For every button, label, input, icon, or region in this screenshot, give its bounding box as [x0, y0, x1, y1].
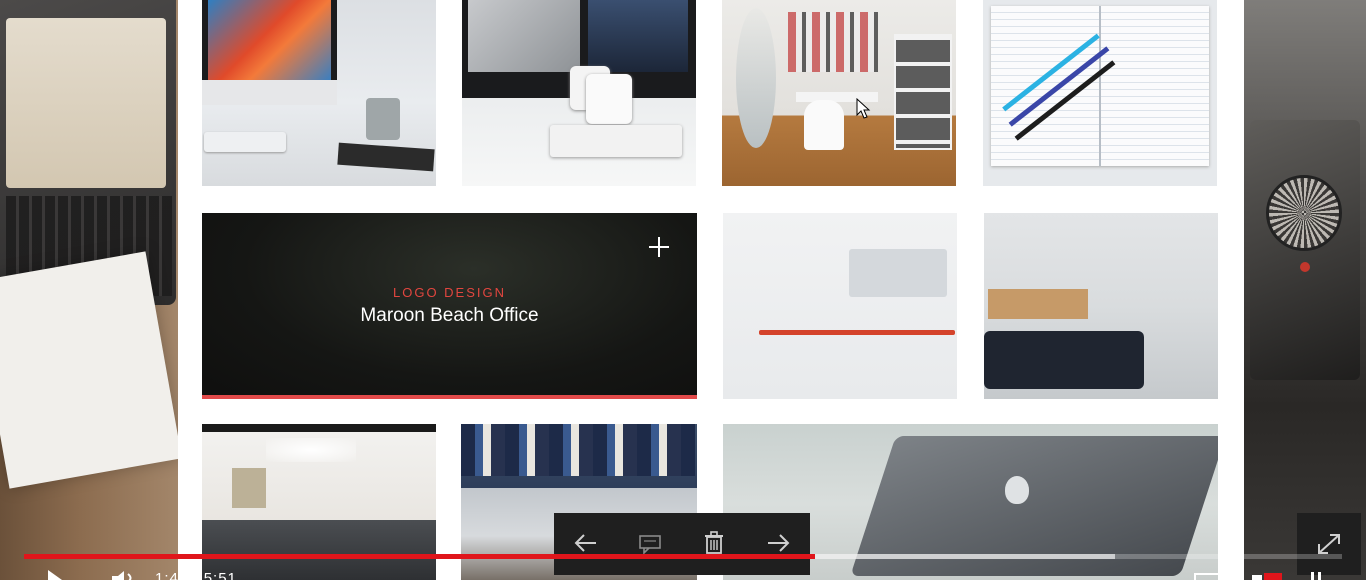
fullscreen-button[interactable] [1297, 513, 1361, 575]
lightbox-toolbar [554, 513, 810, 575]
chair-image [804, 100, 844, 150]
settings-icon[interactable] [1250, 568, 1284, 580]
moodboard-image [788, 12, 878, 72]
box-image [988, 289, 1088, 319]
gallery-item-studio-room[interactable] [722, 0, 956, 186]
equipment-image [984, 331, 1144, 389]
laptop-screen [6, 18, 166, 188]
camera-dial [1266, 175, 1342, 251]
tile-photo [723, 213, 957, 399]
imac-screen [208, 0, 331, 80]
featured-title: Maroon Beach Office [360, 305, 539, 326]
pencil-image [759, 330, 955, 335]
expand-plus-icon[interactable] [647, 235, 671, 259]
ceiling-light [266, 438, 356, 462]
monitor-left [468, 0, 580, 72]
portfolio-grid: LOGO DESIGN Maroon Beach Office [178, 0, 1244, 580]
mouse-cursor-icon [856, 98, 871, 119]
bookshelf-image [894, 34, 952, 150]
keyboard-image [550, 125, 682, 157]
gallery-item-office-supplies[interactable] [984, 213, 1218, 399]
surfboard-image [736, 8, 776, 148]
volume-icon[interactable] [108, 568, 136, 580]
fullscreen-icon [1318, 534, 1340, 554]
progress-played [24, 554, 815, 559]
captions-icon[interactable] [1194, 568, 1222, 580]
mug-image [586, 74, 632, 124]
gallery-item-notebook-pens[interactable] [983, 0, 1217, 186]
video-player: LOGO DESIGN Maroon Beach Office 1:43 / 5… [0, 0, 1366, 580]
gallery-item-featured[interactable]: LOGO DESIGN Maroon Beach Office [202, 213, 697, 399]
wall-picture [232, 468, 266, 508]
featured-category: LOGO DESIGN [392, 285, 507, 300]
blurred-background-camera [1244, 0, 1366, 580]
plus-icon [649, 237, 669, 257]
video-time: 1:43 / 5:51 [155, 570, 237, 580]
camera-indicator [1300, 262, 1310, 272]
imac-image [202, 0, 337, 105]
books-image [461, 424, 695, 476]
gallery-item-envelope-pencil[interactable] [723, 213, 957, 399]
apple-logo-icon [1005, 476, 1029, 504]
envelope-window [849, 249, 947, 297]
monitor-right [588, 0, 688, 72]
blurred-background-laptop [0, 0, 182, 580]
keyboard-image [204, 132, 286, 152]
gallery-item-desk-imac[interactable] [202, 0, 436, 186]
gallery-item-dual-monitor[interactable] [462, 0, 696, 186]
imac-chin [202, 80, 337, 105]
mug-image [366, 98, 400, 140]
featured-accent-bar [202, 395, 697, 399]
notebook-spine [1099, 6, 1101, 166]
play-icon[interactable] [44, 568, 66, 580]
video-progress-bar[interactable] [24, 554, 1342, 559]
theater-mode-icon[interactable] [1308, 568, 1324, 580]
